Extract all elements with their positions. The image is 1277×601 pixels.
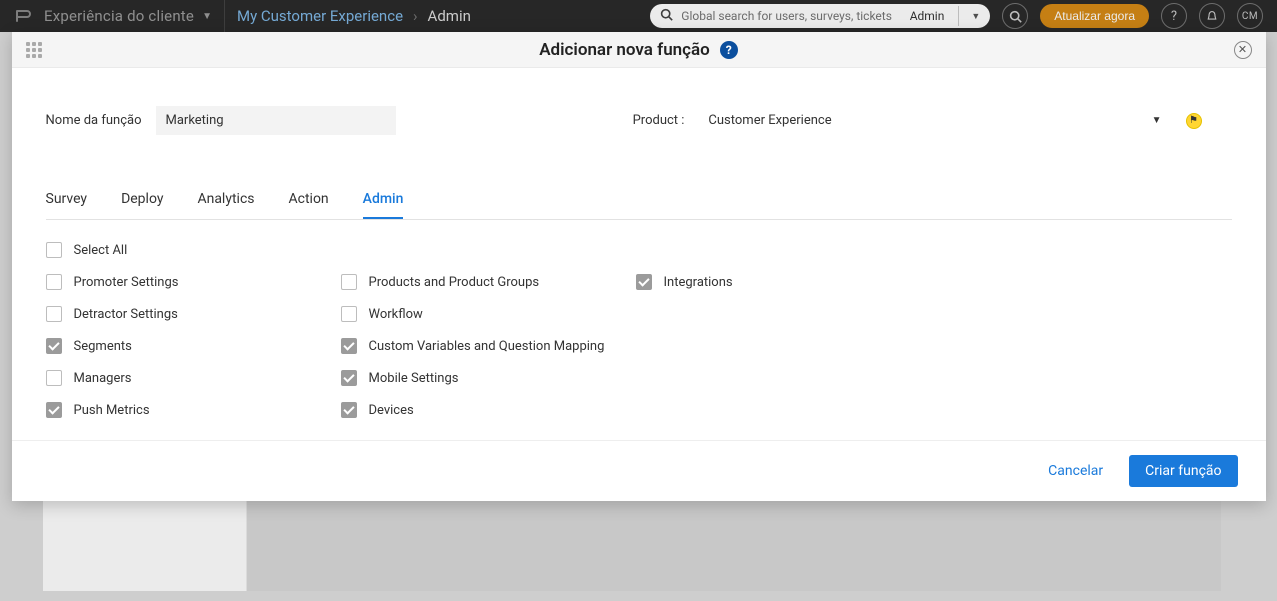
check-select-all[interactable]: Select All: [46, 242, 931, 258]
role-name-input[interactable]: [156, 106, 396, 135]
check-label: Mobile Settings: [369, 371, 459, 386]
checkbox[interactable]: [46, 370, 62, 386]
check-products[interactable]: Products and Product Groups: [341, 274, 636, 290]
check-label: Promoter Settings: [74, 275, 179, 290]
create-role-button[interactable]: Criar função: [1129, 455, 1237, 487]
checkbox[interactable]: [46, 338, 62, 354]
check-label: Select All: [74, 243, 128, 258]
checkbox[interactable]: [341, 274, 357, 290]
checkbox[interactable]: [341, 306, 357, 322]
product-select[interactable]: Customer Experience ▼: [708, 113, 1161, 128]
checkbox[interactable]: [341, 338, 357, 354]
tab-action[interactable]: Action: [289, 181, 329, 219]
check-label: Segments: [74, 339, 132, 354]
checkbox[interactable]: [46, 402, 62, 418]
checkbox[interactable]: [636, 274, 652, 290]
check-segments[interactable]: Segments: [46, 338, 341, 354]
check-integrations[interactable]: Integrations: [636, 274, 931, 290]
check-custom-variables[interactable]: Custom Variables and Question Mapping: [341, 338, 636, 354]
permissions-grid: Select All Promoter Settings Products an…: [12, 220, 1266, 440]
modal-footer: Cancelar Criar função: [12, 440, 1266, 501]
modal-overlay: Adicionar nova função ? ✕ Nome da função…: [0, 0, 1277, 601]
check-label: Devices: [369, 403, 414, 418]
product-label: Product :: [633, 113, 685, 128]
check-label: Detractor Settings: [74, 307, 178, 322]
checkbox[interactable]: [341, 370, 357, 386]
check-label: Custom Variables and Question Mapping: [369, 339, 605, 354]
info-badge-icon[interactable]: ⚑: [1186, 113, 1202, 129]
check-promoter[interactable]: Promoter Settings: [46, 274, 341, 290]
checkbox[interactable]: [46, 274, 62, 290]
tab-deploy[interactable]: Deploy: [121, 181, 163, 219]
check-managers[interactable]: Managers: [46, 370, 341, 386]
checkbox[interactable]: [46, 242, 62, 258]
modal-tabs: Survey Deploy Analytics Action Admin: [46, 181, 1232, 220]
check-mobile[interactable]: Mobile Settings: [341, 370, 636, 386]
cancel-button[interactable]: Cancelar: [1048, 463, 1103, 479]
chevron-down-icon: ▼: [1152, 115, 1162, 126]
modal-header: Adicionar nova função ? ✕: [12, 32, 1266, 68]
check-workflow[interactable]: Workflow: [341, 306, 636, 322]
checkbox[interactable]: [46, 306, 62, 322]
modal-title: Adicionar nova função: [539, 40, 710, 60]
tab-analytics[interactable]: Analytics: [197, 181, 254, 219]
role-name-label: Nome da função: [46, 113, 142, 128]
checkbox[interactable]: [341, 402, 357, 418]
check-label: Push Metrics: [74, 403, 150, 418]
tab-admin[interactable]: Admin: [363, 181, 404, 219]
drag-handle-icon[interactable]: [26, 42, 42, 58]
close-icon[interactable]: ✕: [1234, 41, 1252, 59]
check-devices[interactable]: Devices: [341, 402, 636, 418]
check-label: Integrations: [664, 275, 733, 290]
check-push-metrics[interactable]: Push Metrics: [46, 402, 341, 418]
check-label: Managers: [74, 371, 132, 386]
product-value: Customer Experience: [708, 113, 831, 128]
add-role-modal: Adicionar nova função ? ✕ Nome da função…: [12, 32, 1266, 501]
check-detractor[interactable]: Detractor Settings: [46, 306, 341, 322]
tab-survey[interactable]: Survey: [46, 181, 88, 219]
help-icon[interactable]: ?: [720, 41, 738, 59]
check-label: Workflow: [369, 307, 423, 322]
check-label: Products and Product Groups: [369, 275, 540, 290]
